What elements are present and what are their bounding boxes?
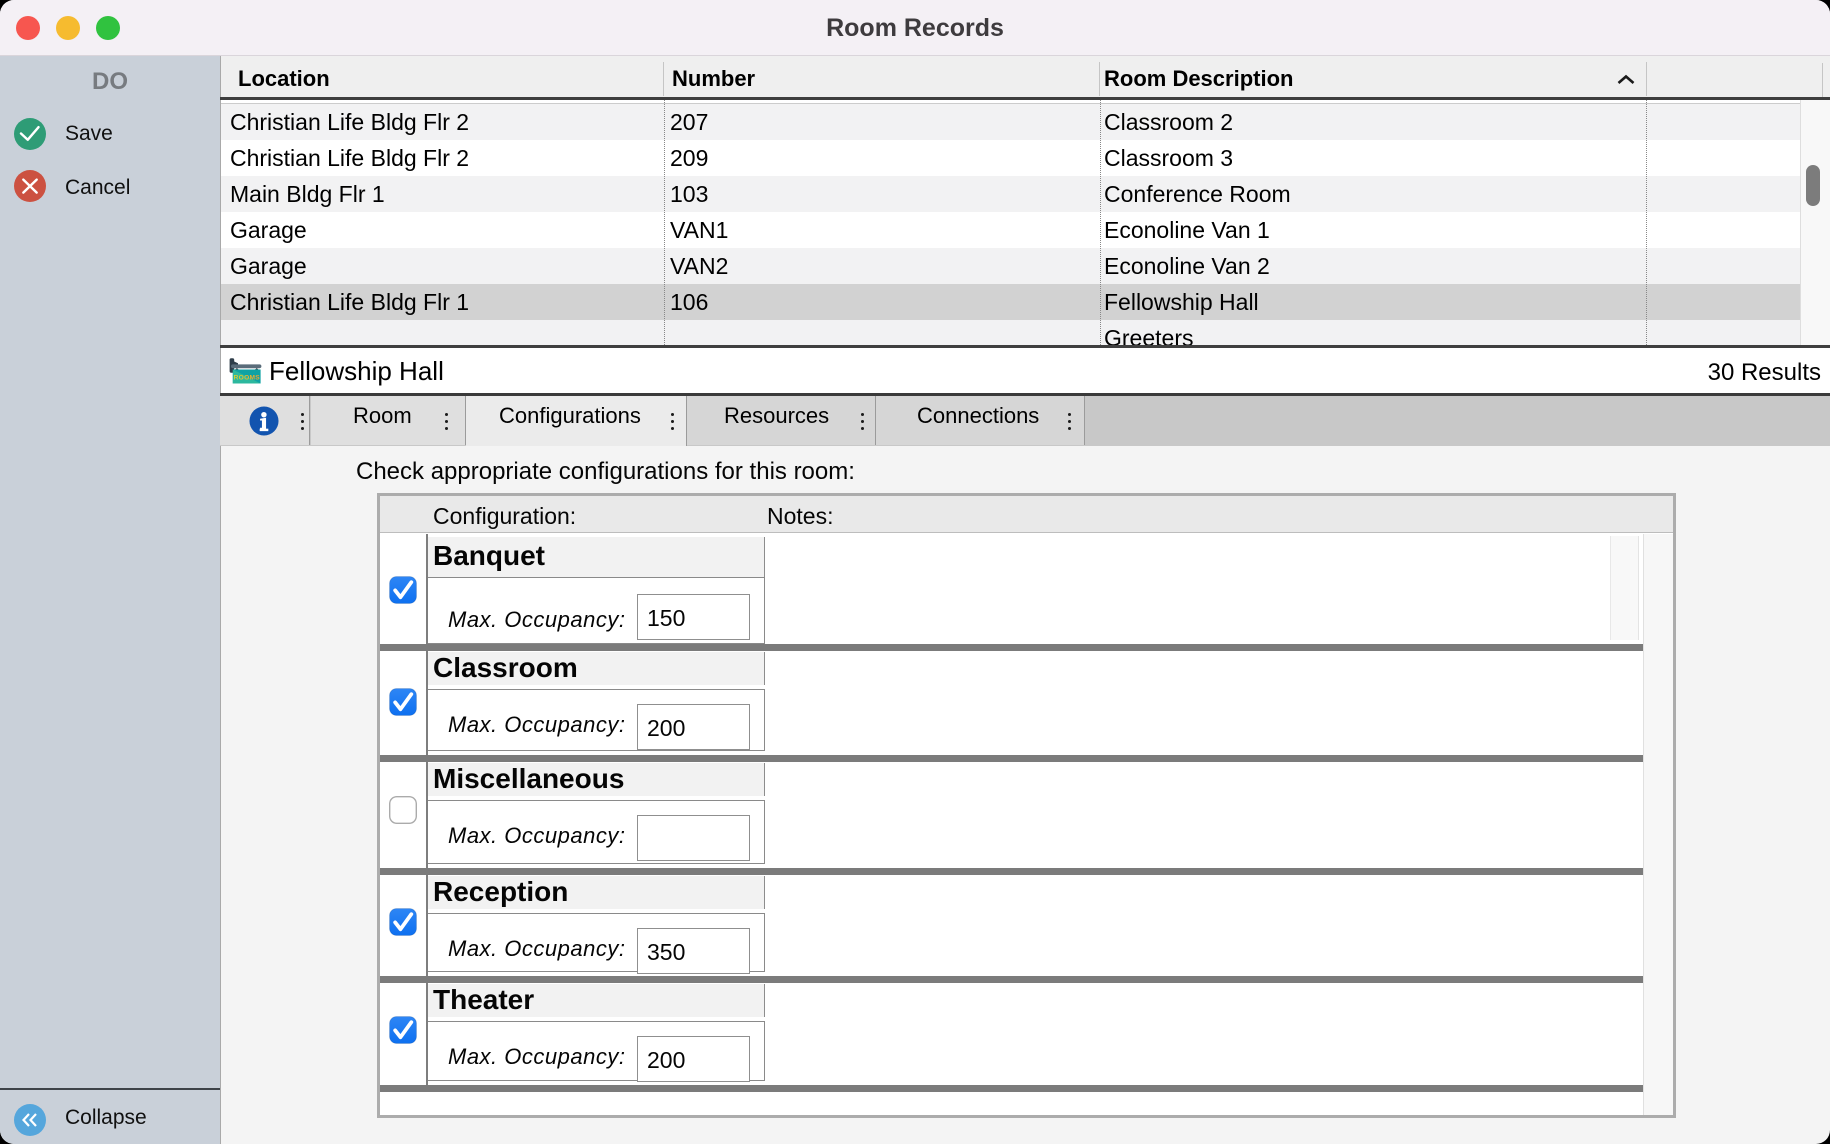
svg-text:ROOMS: ROOMS [234,375,261,382]
